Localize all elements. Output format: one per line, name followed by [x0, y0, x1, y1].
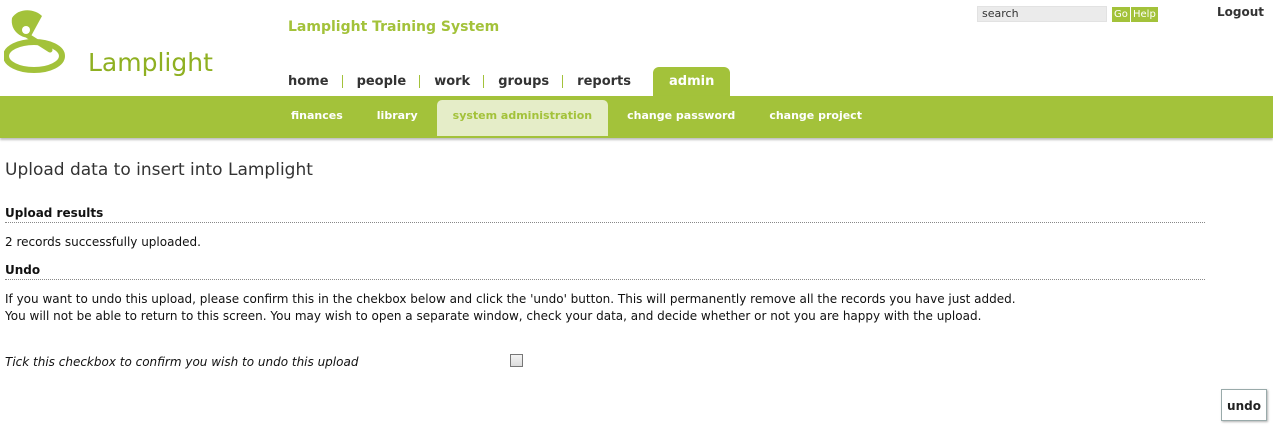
undo-button[interactable]: undo — [1221, 389, 1267, 421]
search-input[interactable] — [977, 6, 1107, 22]
logo-text: Lamplight — [88, 48, 213, 77]
upload-results-heading: Upload results — [5, 206, 1205, 223]
tab-admin[interactable]: admin — [652, 67, 731, 96]
undo-instructions-line1: If you want to undo this upload, please … — [5, 292, 1016, 306]
subnav-finances[interactable]: finances — [274, 100, 360, 136]
tab-groups[interactable]: groups — [484, 67, 564, 96]
page-title: Upload data to insert into Lamplight — [5, 160, 313, 180]
lamp-icon — [3, 10, 65, 73]
lamplight-logo[interactable]: Lamplight — [3, 8, 234, 77]
tab-people[interactable]: people — [343, 67, 421, 96]
upload-results-text: 2 records successfully uploaded. — [5, 235, 201, 249]
help-button[interactable]: Help — [1131, 7, 1158, 22]
tab-home[interactable]: home — [274, 67, 343, 96]
undo-heading: Undo — [5, 263, 1205, 280]
undo-instructions-line2: You will not be able to return to this s… — [5, 309, 982, 323]
subnav-library[interactable]: library — [360, 100, 435, 136]
subnav-change-project[interactable]: change project — [752, 100, 879, 136]
tab-reports[interactable]: reports — [563, 67, 645, 96]
confirm-undo-checkbox[interactable] — [510, 354, 523, 367]
subnav-system-administration[interactable]: system administration — [436, 100, 609, 136]
system-title: Lamplight Training System — [288, 19, 500, 35]
logout-link[interactable]: Logout — [1217, 5, 1264, 19]
main-nav: home people work groups reports admin — [274, 67, 731, 96]
subnav-change-password[interactable]: change password — [610, 100, 752, 136]
sub-nav: finances library system administration c… — [274, 100, 879, 136]
confirm-undo-label: Tick this checkbox to confirm you wish t… — [5, 355, 359, 369]
search-go-button[interactable]: Go — [1112, 7, 1130, 22]
tab-work[interactable]: work — [420, 67, 485, 96]
